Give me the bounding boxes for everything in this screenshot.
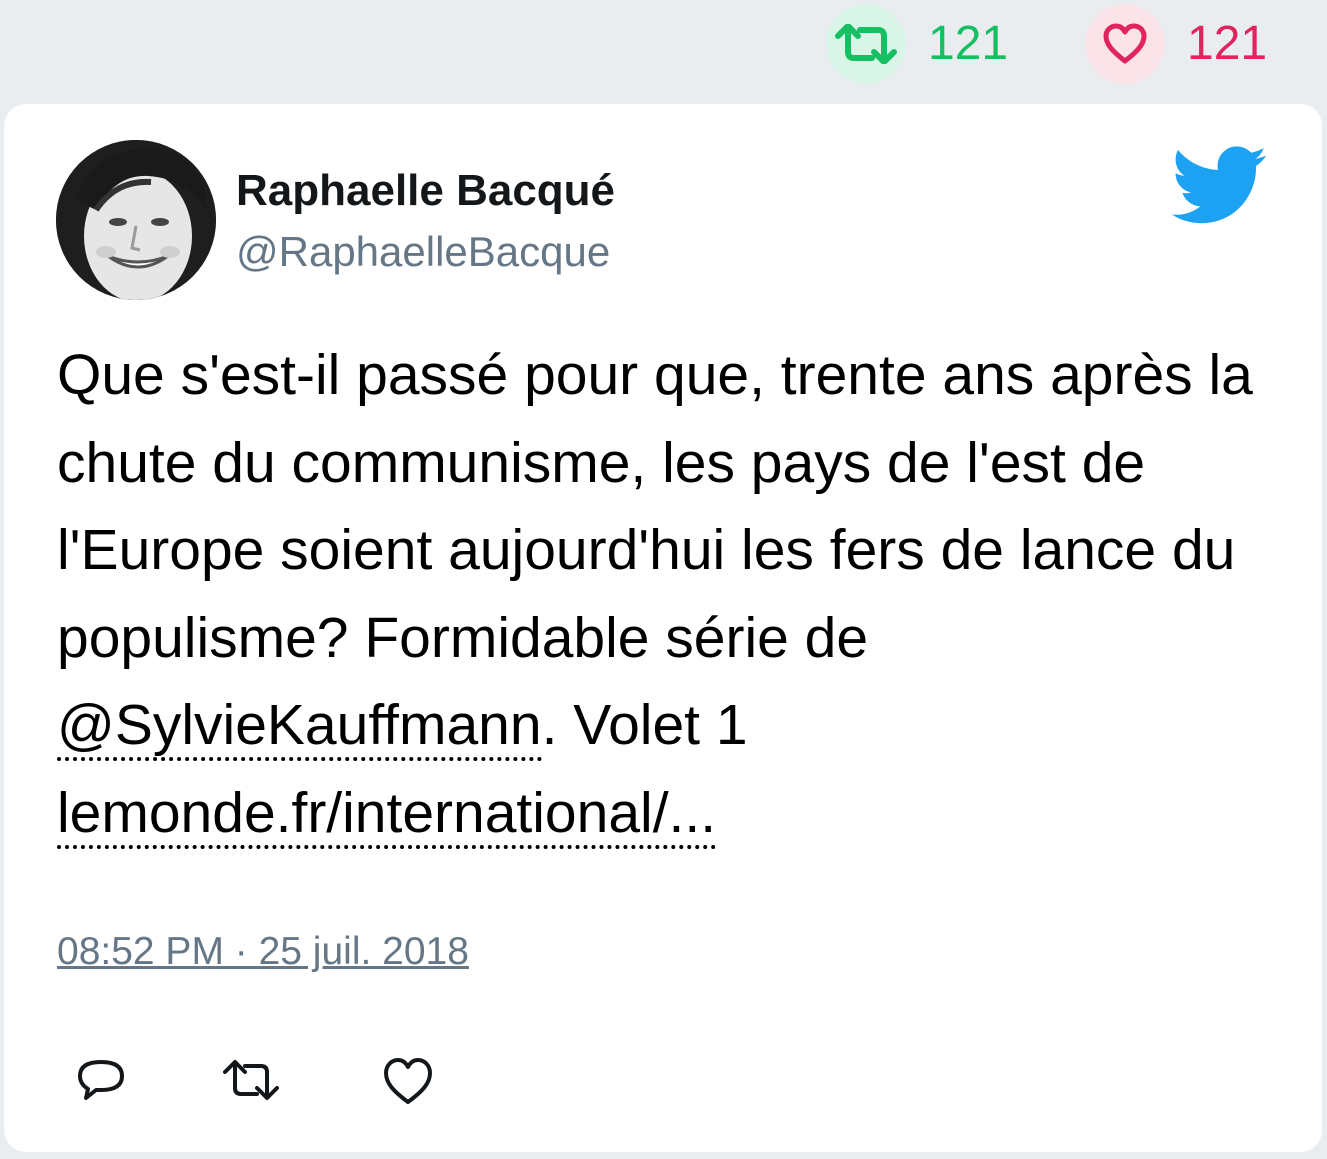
tweet-text: Que s'est-il passé pour que, trente ans … [57, 332, 1287, 857]
retweet-icon[interactable] [219, 1054, 283, 1113]
article-link[interactable]: lemonde.fr/international/... [57, 780, 717, 849]
twitter-bird-icon[interactable] [1171, 146, 1268, 231]
retweet-count: 121 [928, 17, 1009, 70]
author-name[interactable]: Raphaelle Bacqué [236, 166, 615, 216]
avatar[interactable] [56, 140, 216, 300]
engagement-stats: 121 121 [0, 0, 1327, 100]
tweet-card: Raphaelle Bacqué @RaphaelleBacque Que s'… [4, 104, 1322, 1152]
retweet-icon[interactable] [826, 4, 906, 84]
heart-icon[interactable] [1085, 4, 1165, 84]
like-count: 121 [1187, 17, 1268, 70]
like-stat[interactable]: 121 [1085, 4, 1267, 84]
tweet-text-part2: . Volet 1 [541, 693, 748, 757]
reply-icon[interactable] [74, 1054, 128, 1113]
mention-link[interactable]: @SylvieKauffmann [57, 693, 542, 761]
author-handle[interactable]: @RaphaelleBacque [236, 228, 610, 276]
retweet-stat[interactable]: 121 [826, 4, 1008, 84]
heart-icon[interactable] [380, 1054, 436, 1113]
tweet-text-part1: Que s'est-il passé pour que, trente ans … [57, 343, 1253, 670]
timestamp-link[interactable]: 08:52 PM · 25 juil. 2018 [57, 930, 469, 974]
